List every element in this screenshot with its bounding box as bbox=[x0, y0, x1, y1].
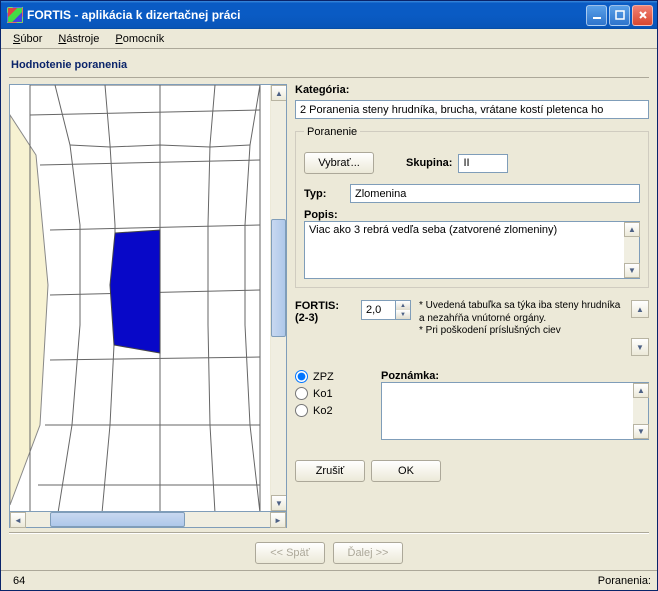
poznamka-scroll-down[interactable]: ▼ bbox=[633, 424, 649, 439]
desc-label: Popis: bbox=[304, 209, 640, 221]
window-title: FORTIS - aplikácia k dizertačnej práci bbox=[27, 8, 586, 22]
section-title: Hodnotenie poranenia bbox=[9, 55, 649, 78]
type-input[interactable] bbox=[350, 184, 640, 203]
scroll-right-button[interactable]: ► bbox=[270, 512, 286, 528]
note-scroll-down[interactable]: ▼ bbox=[631, 338, 649, 356]
diagram-hscroll[interactable]: ◄ ► bbox=[9, 512, 287, 528]
diagram-svg[interactable] bbox=[10, 85, 272, 512]
desc-scroll-up[interactable]: ▲ bbox=[624, 222, 640, 237]
note-scroll-up[interactable]: ▲ bbox=[631, 300, 649, 318]
cancel-button[interactable]: Zrušiť bbox=[295, 460, 365, 482]
diagram-column: ▲ ▼ ◄ ► bbox=[9, 84, 287, 530]
menubar: SúborSúbordocument.currentScript.previou… bbox=[1, 29, 657, 49]
wizard-nav: << Späť Ďalej >> bbox=[9, 533, 649, 570]
back-button[interactable]: << Späť bbox=[255, 542, 325, 564]
group-input[interactable] bbox=[458, 154, 508, 173]
scroll-down-button[interactable]: ▼ bbox=[271, 495, 287, 511]
category-input[interactable] bbox=[295, 100, 649, 119]
selected-region[interactable] bbox=[110, 230, 160, 353]
dialog-buttons: Zrušiť OK bbox=[295, 460, 649, 482]
diagram-vscroll[interactable]: ▲ ▼ bbox=[270, 85, 286, 511]
radio-ko1[interactable]: Ko1 bbox=[295, 387, 375, 400]
fortis-note: * Uvedená tabuľka sa týka iba steny hrud… bbox=[415, 300, 627, 338]
desc-textarea[interactable]: Viac ako 3 rebrá vedľa seba (zatvorené z… bbox=[304, 221, 624, 279]
scroll-thumb-h[interactable] bbox=[50, 512, 184, 527]
poznamka-scroll-up[interactable]: ▲ bbox=[633, 383, 649, 398]
spin-down-button[interactable]: ▼ bbox=[396, 310, 410, 319]
select-button[interactable]: Vybrať... bbox=[304, 152, 374, 174]
minimize-button[interactable] bbox=[586, 5, 607, 26]
status-right: Poranenia: bbox=[598, 575, 651, 587]
main-row: ▲ ▼ ◄ ► Kategória: bbox=[9, 84, 649, 530]
type-label: Typ: bbox=[304, 188, 344, 200]
statusbar: 64 Poranenia: bbox=[1, 570, 657, 590]
app-icon bbox=[7, 7, 23, 23]
scroll-left-button[interactable]: ◄ bbox=[10, 512, 26, 528]
scroll-track[interactable] bbox=[271, 101, 286, 495]
menu-nastroje[interactable]: Nástroje bbox=[50, 31, 107, 47]
fieldset-legend: Poranenie bbox=[304, 126, 360, 138]
fortis-range: (2-3) bbox=[295, 312, 357, 324]
radio-ko2[interactable]: Ko2 bbox=[295, 404, 375, 417]
fortis-value-input[interactable] bbox=[361, 300, 395, 320]
form-column: Kategória: Poranenie Vybrať... Skupina: … bbox=[295, 84, 649, 530]
desc-scroll-down[interactable]: ▼ bbox=[624, 263, 640, 278]
titlebar[interactable]: FORTIS - aplikácia k dizertačnej práci bbox=[1, 1, 657, 29]
fortis-spinner[interactable]: ▲ ▼ bbox=[361, 300, 411, 320]
menu-subor[interactable]: SúborSúbordocument.currentScript.previou… bbox=[5, 31, 50, 47]
app-window: FORTIS - aplikácia k dizertačnej práci S… bbox=[0, 0, 658, 591]
next-button[interactable]: Ďalej >> bbox=[333, 542, 403, 564]
close-button[interactable] bbox=[632, 5, 653, 26]
category-label: Kategória: bbox=[295, 84, 649, 96]
ok-button[interactable]: OK bbox=[371, 460, 441, 482]
fortis-label: FORTIS: bbox=[295, 300, 357, 312]
poznamka-label: Poznámka: bbox=[381, 370, 649, 382]
scroll-thumb[interactable] bbox=[271, 219, 286, 337]
radio-group: ZPZ Ko1 Ko2 bbox=[295, 370, 375, 417]
menu-pomocnik[interactable]: Pomocník bbox=[107, 31, 172, 47]
poznamka-scroll[interactable]: ▲ ▼ bbox=[633, 382, 649, 440]
content-area: Hodnotenie poranenia bbox=[1, 49, 657, 570]
radio-zpz[interactable]: ZPZ bbox=[295, 370, 375, 383]
status-left: 64 bbox=[7, 573, 594, 589]
window-controls bbox=[586, 5, 653, 26]
group-label: Skupina: bbox=[406, 157, 452, 169]
body-diagram[interactable]: ▲ ▼ bbox=[9, 84, 287, 512]
poznamka-textarea[interactable] bbox=[381, 382, 633, 440]
maximize-button[interactable] bbox=[609, 5, 630, 26]
spin-up-button[interactable]: ▲ bbox=[396, 301, 410, 310]
scroll-track-h[interactable] bbox=[26, 512, 270, 527]
desc-scroll[interactable]: ▲ ▼ bbox=[624, 221, 640, 279]
injury-fieldset: Poranenie Vybrať... Skupina: Typ: Popis: bbox=[295, 131, 649, 288]
scroll-up-button[interactable]: ▲ bbox=[271, 85, 287, 101]
